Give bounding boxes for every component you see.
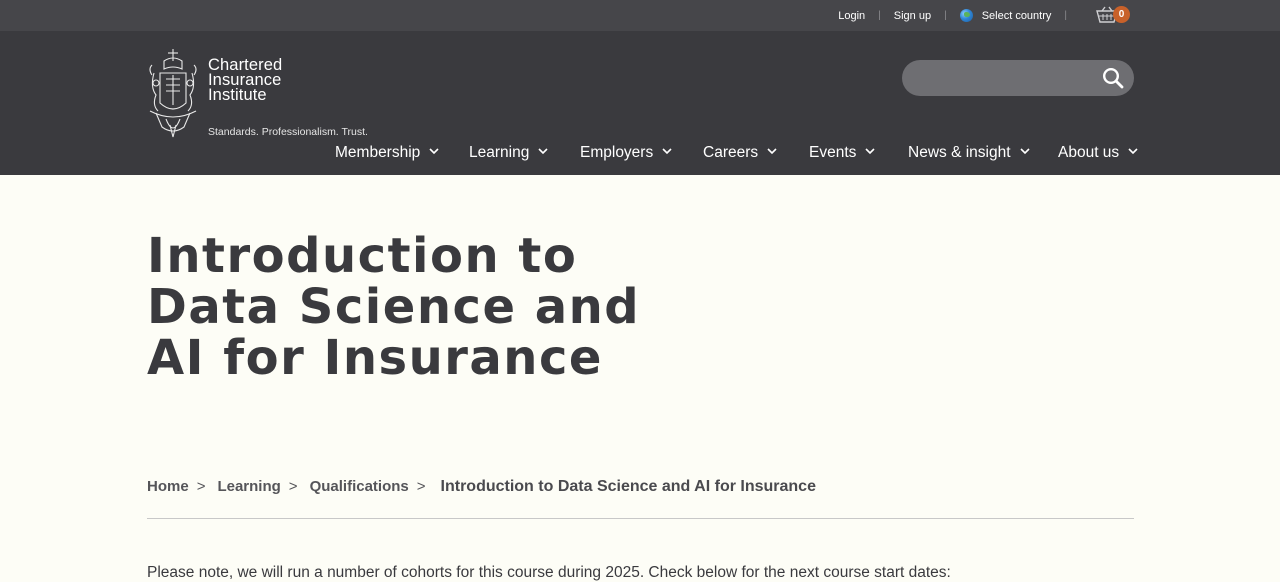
- nav-item-about-us[interactable]: About us: [1058, 139, 1143, 167]
- chevron-down-icon: [1019, 147, 1030, 154]
- nav-item-label: About us: [1058, 144, 1120, 161]
- search-input[interactable]: [902, 60, 1082, 96]
- main-navigation: Membership Learning Employers Careers Ev…: [335, 139, 1143, 167]
- search-box: [902, 60, 1134, 96]
- chevron-down-icon: [429, 147, 439, 154]
- nav-item-label: Learning: [469, 144, 530, 161]
- breadcrumb-learning[interactable]: Learning: [217, 478, 280, 495]
- utility-links: Login | Sign up | Select country |: [838, 0, 1080, 31]
- content-divider: [147, 518, 1134, 519]
- nav-item-learning[interactable]: Learning: [469, 139, 580, 167]
- breadcrumb-current: Introduction to Data Science and AI for …: [440, 478, 816, 495]
- utility-separator: |: [944, 10, 947, 21]
- utility-separator: |: [1064, 10, 1067, 21]
- nav-item-employers[interactable]: Employers: [580, 139, 703, 167]
- logo-line-3: Institute: [208, 86, 267, 104]
- nav-item-label: Membership: [335, 144, 421, 161]
- page-title: Introduction to Data Science and AI for …: [147, 228, 641, 386]
- nav-item-news-insight[interactable]: News & insight: [908, 139, 1058, 167]
- breadcrumb: Home > Learning > Qualifications > Intro…: [147, 477, 816, 496]
- nav-item-careers[interactable]: Careers: [703, 139, 809, 167]
- logo-wordmark: Chartered Insurance Institute: [208, 57, 282, 104]
- globe-icon: [959, 9, 973, 22]
- search-button[interactable]: [1102, 67, 1124, 89]
- basket-count-badge: 0: [1113, 6, 1130, 23]
- breadcrumb-separator: >: [288, 478, 298, 495]
- chevron-down-icon: [662, 147, 672, 154]
- chevron-down-icon: [538, 147, 548, 154]
- chevron-down-icon: [865, 147, 875, 154]
- site-header: Chartered Insurance Institute Standards.…: [0, 31, 1280, 175]
- crest-icon: [149, 49, 197, 138]
- chevron-down-icon: [767, 147, 777, 154]
- nav-item-membership[interactable]: Membership: [335, 139, 469, 167]
- breadcrumb-home[interactable]: Home: [147, 478, 189, 495]
- select-country-link[interactable]: Select country: [982, 10, 1052, 22]
- breadcrumb-separator: >: [416, 478, 426, 495]
- signup-link[interactable]: Sign up: [894, 10, 931, 22]
- basket-button[interactable]: 0: [1096, 4, 1130, 26]
- nav-item-events[interactable]: Events: [809, 139, 908, 167]
- chevron-down-icon: [1128, 147, 1138, 154]
- utility-separator: |: [878, 10, 881, 21]
- nav-item-label: News & insight: [908, 144, 1011, 161]
- breadcrumb-separator: >: [196, 478, 206, 495]
- cohort-note: Please note, we will run a number of coh…: [147, 564, 951, 581]
- nav-item-label: Events: [809, 144, 857, 161]
- search-icon: [1102, 67, 1124, 89]
- nav-item-label: Careers: [703, 144, 759, 161]
- cii-logo[interactable]: Chartered Insurance Institute Standards.…: [146, 47, 376, 139]
- login-link[interactable]: Login: [838, 10, 865, 22]
- nav-item-label: Employers: [580, 144, 654, 161]
- logo-tagline: Standards. Professionalism. Trust.: [208, 126, 368, 138]
- breadcrumb-qualifications[interactable]: Qualifications: [310, 478, 409, 495]
- utility-bar: Login | Sign up | Select country | 0: [0, 0, 1280, 31]
- page-content: Introduction to Data Science and AI for …: [0, 175, 1280, 582]
